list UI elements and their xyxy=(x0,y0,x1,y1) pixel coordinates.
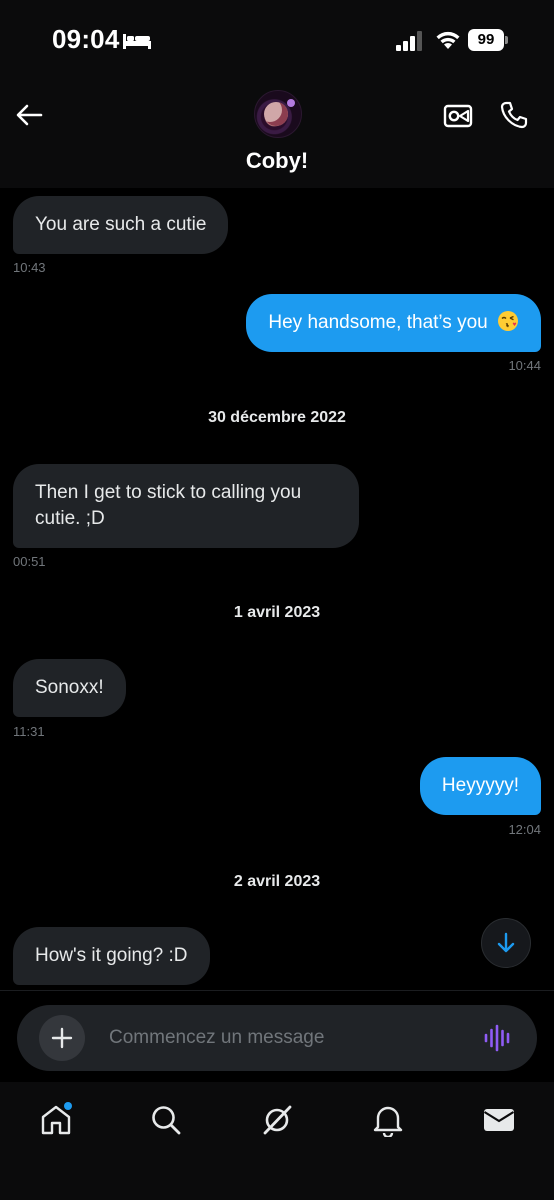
message-bubble-outgoing[interactable]: Hey handsome, that’s you xyxy=(246,294,541,352)
battery-level: 99 xyxy=(468,29,504,51)
message-composer xyxy=(17,1005,537,1071)
message-input[interactable] xyxy=(109,1019,459,1057)
message-bubble-outgoing[interactable]: Heyyyyy! xyxy=(419,757,541,815)
message-timestamp: 10:44 xyxy=(508,358,541,373)
dm-conversation-screen: 09:04 99 Coby! You are such a cutie 10:4… xyxy=(0,0,554,1200)
message-text: Heyyyyy! xyxy=(441,775,519,796)
arrow-left-icon xyxy=(16,104,43,126)
message-text: How's it going? :D xyxy=(35,945,188,966)
avatar-moon-shape xyxy=(264,102,288,126)
nav-home[interactable] xyxy=(34,1098,78,1142)
video-call-button[interactable] xyxy=(440,100,476,132)
grok-icon xyxy=(263,1105,292,1135)
bell-icon xyxy=(373,1106,403,1137)
conversation-header: Coby! xyxy=(0,84,554,188)
message-timestamp: 00:51 xyxy=(13,554,46,569)
message-timestamp: 12:04 xyxy=(508,822,541,837)
avatar-sparkle-shape xyxy=(287,99,295,107)
message-bubble-incoming[interactable]: How's it going? :D xyxy=(13,927,210,985)
composer-area xyxy=(0,990,554,1082)
add-media-button[interactable] xyxy=(39,1015,85,1061)
status-time: 09:04 xyxy=(52,24,120,54)
home-notification-dot xyxy=(64,1102,72,1110)
contact-name[interactable]: Coby! xyxy=(0,148,554,174)
voice-message-button[interactable] xyxy=(481,1021,515,1055)
voice-call-button[interactable] xyxy=(496,98,532,132)
date-separator: 30 décembre 2022 xyxy=(208,409,346,426)
scroll-to-bottom-button[interactable] xyxy=(481,918,531,968)
arrow-down-icon xyxy=(497,932,515,953)
message-timestamp: 10:43 xyxy=(13,260,46,275)
message-text: You are such a cutie xyxy=(35,214,207,235)
message-text: Sonoxx! xyxy=(35,677,104,698)
battery-tip xyxy=(505,36,508,44)
bottom-navigation xyxy=(0,1082,554,1200)
message-timestamp: 11:31 xyxy=(13,724,45,739)
plus-icon xyxy=(51,1027,73,1049)
search-icon xyxy=(152,1106,181,1135)
message-bubble-incoming[interactable]: You are such a cutie xyxy=(13,196,229,254)
status-bar: 09:04 99 xyxy=(0,0,554,84)
phone-icon xyxy=(500,101,528,129)
contact-avatar[interactable] xyxy=(254,90,302,138)
face-blowing-kiss-emoji-icon xyxy=(498,311,518,331)
nav-notifications[interactable] xyxy=(366,1098,410,1142)
nav-search[interactable] xyxy=(144,1098,188,1142)
message-text: Then I get to stick to calling you cutie… xyxy=(35,482,302,529)
bed-icon xyxy=(123,34,151,49)
video-camera-icon xyxy=(443,104,473,128)
audio-waveform-icon xyxy=(484,1024,510,1052)
battery-indicator: 99 xyxy=(468,29,508,51)
date-separator: 2 avril 2023 xyxy=(233,873,321,890)
nav-messages[interactable] xyxy=(477,1098,521,1142)
date-separator: 1 avril 2023 xyxy=(233,604,321,621)
message-text: Hey handsome, that’s you xyxy=(268,312,488,333)
back-button[interactable] xyxy=(12,98,46,132)
message-bubble-incoming[interactable]: Sonoxx! xyxy=(13,659,126,717)
nav-grok[interactable] xyxy=(255,1098,299,1142)
wifi-icon xyxy=(436,31,460,49)
envelope-icon xyxy=(483,1109,515,1131)
cellular-signal-icon xyxy=(396,31,422,51)
message-bubble-incoming[interactable]: Then I get to stick to calling you cutie… xyxy=(13,464,359,548)
